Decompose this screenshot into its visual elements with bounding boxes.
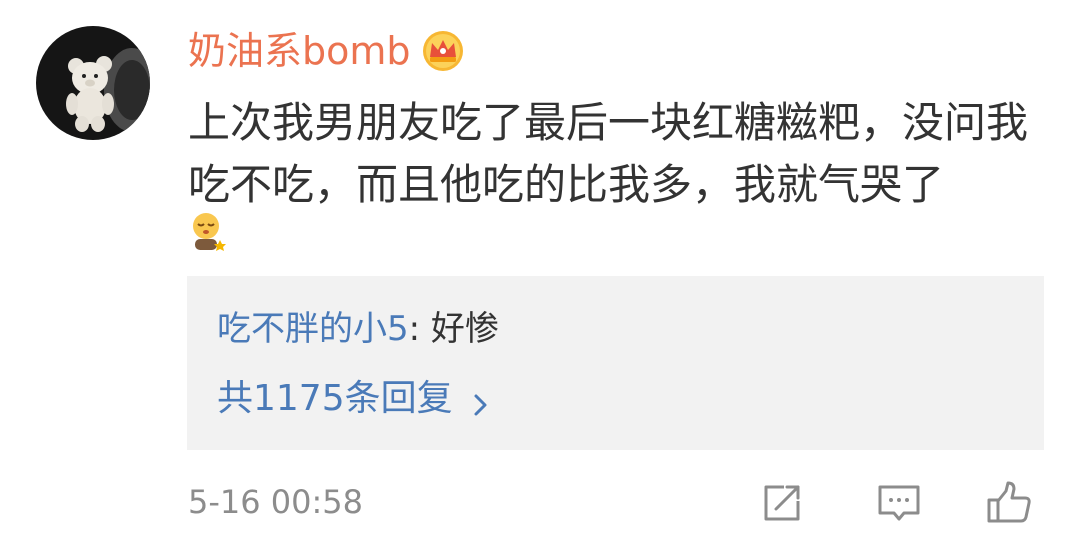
crown-icon[interactable] [421,29,465,73]
comment-header: 奶油系bomb [188,24,465,78]
reply-username[interactable]: 吃不胖的小5 [217,309,409,349]
sleepy-face-icon [186,210,230,254]
top-reply[interactable]: 吃不胖的小5: 好惨 [217,306,499,352]
avatar[interactable] [36,26,150,140]
comment-icon[interactable] [874,478,924,528]
view-all-replies-link[interactable]: 共1175条回复 [217,374,491,424]
username[interactable]: 奶油系bomb [188,24,411,78]
reply-count-label: 共1175条回复 [217,378,453,419]
comment-timestamp: 5-16 00:58 [188,483,364,521]
avatar-teddy-bear-image [36,26,150,140]
share-icon[interactable] [758,478,808,528]
reply-preview-box[interactable]: 吃不胖的小5: 好惨 共1175条回复 [187,276,1044,450]
thumbs-up-icon[interactable] [984,478,1034,528]
comment-card: 奶油系bomb 上次我男朋友吃了最后一块红糖糍粑，没问我吃不吃，而且他吃的比我多… [0,0,1080,540]
comment-text: 上次我男朋友吃了最后一块红糖糍粑，没问我吃不吃，而且他吃的比我多，我就气哭了 [188,98,1029,209]
reply-separator: : [408,309,421,349]
reply-text: 好惨 [430,309,499,349]
chevron-right-icon [471,384,491,416]
